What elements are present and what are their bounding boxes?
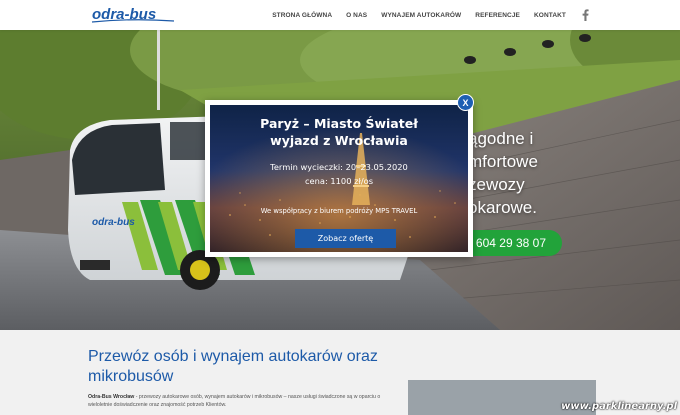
- promo-title-2: wyjazd z Wrocławia: [270, 133, 408, 148]
- odra-bus-logo[interactable]: odra-bus: [90, 5, 176, 24]
- hero-line-4: okarowe.: [468, 198, 537, 217]
- svg-text:odra-bus: odra-bus: [92, 217, 135, 228]
- promo-dates: Termin wycieczki: 20–23.05.2020: [270, 162, 408, 172]
- nav-contact[interactable]: KONTAKT: [534, 12, 566, 19]
- phone-number: 604 29 38 07: [475, 236, 546, 250]
- page-heading: Przewóz osób i wynajem autokarów oraz mi…: [88, 348, 378, 385]
- intro-paragraph: Odra-Bus Wrocław - przewozy autokarowe o…: [88, 393, 388, 409]
- nav-home[interactable]: STRONA GŁÓWNA: [272, 12, 332, 19]
- close-popup-button[interactable]: X: [457, 94, 474, 111]
- promo-price: cena: 1100 zł/os: [304, 176, 374, 186]
- intro-bold: Odra-Bus Wrocław: [88, 394, 135, 400]
- main-nav: STRONA GŁÓWNA O NAS WYNAJEM AUTOKARÓW RE…: [272, 0, 588, 30]
- promo-title-1: Paryż – Miasto Świateł: [260, 116, 418, 131]
- hero-line-1: ągodne i: [468, 129, 534, 148]
- promo-banner[interactable]: Paryż – Miasto Świateł wyjazd z Wrocławi…: [210, 105, 468, 252]
- facebook-icon[interactable]: [582, 9, 589, 21]
- promo-note: We współpracy z biurem podróży MPS TRAVE…: [260, 207, 418, 215]
- watermark-text: www.parklinearny.pl: [561, 401, 677, 412]
- promo-popup: Paryż – Miasto Świateł wyjazd z Wrocławi…: [205, 100, 473, 257]
- nav-rental[interactable]: WYNAJEM AUTOKARÓW: [381, 12, 461, 19]
- nav-about[interactable]: O NAS: [346, 12, 367, 19]
- nav-references[interactable]: REFERENCJE: [475, 12, 520, 19]
- hero-line-2: mfortowe: [468, 152, 538, 171]
- hero-line-3: zewozy: [468, 175, 525, 194]
- see-offer-button[interactable]: Zobacz ofertę: [295, 229, 396, 248]
- hero-slogan: ągodne i mfortowe zewozy okarowe.: [468, 127, 538, 219]
- site-header: odra-bus STRONA GŁÓWNA O NAS WYNAJEM AUT…: [0, 0, 680, 30]
